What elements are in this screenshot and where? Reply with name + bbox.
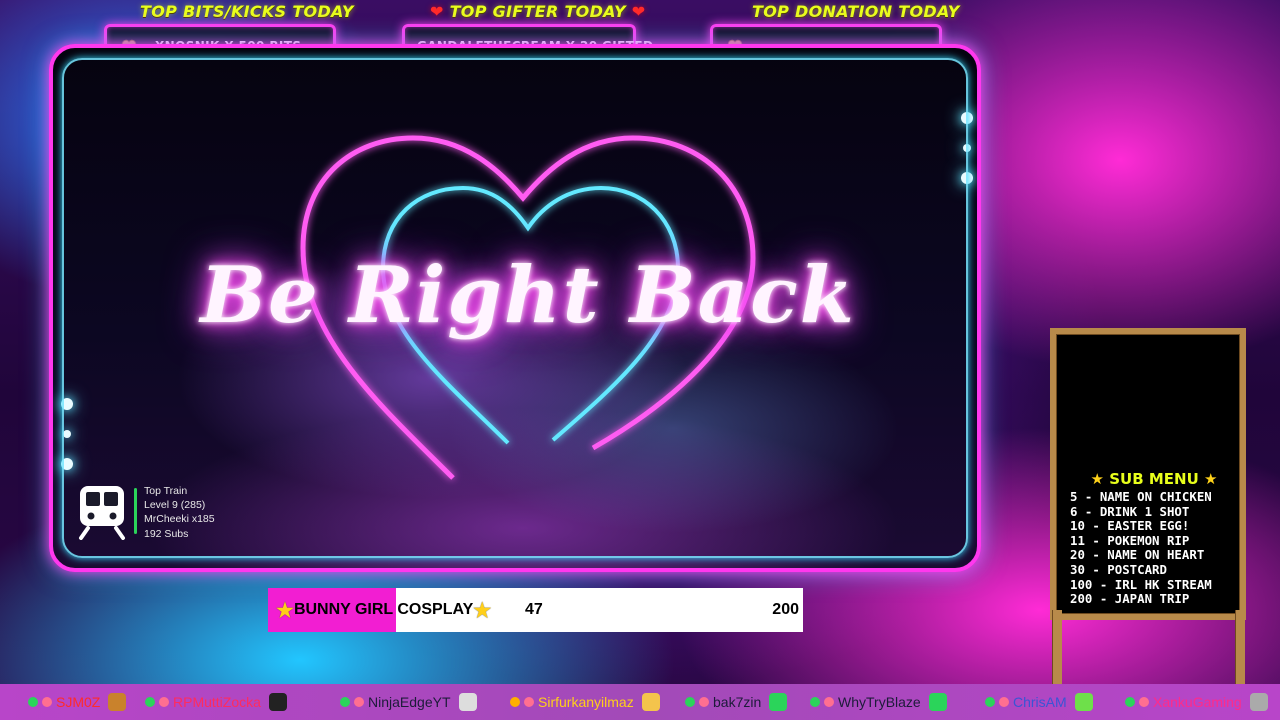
glow-dot	[61, 458, 73, 470]
sub-menu-item: 10 - EASTER EGG!	[1070, 518, 1190, 534]
sub-menu-list: 5 - NAME ON CHICKEN 6 - DRINK 1 SHOT 10 - …	[1070, 489, 1212, 607]
train-title: Top Train	[144, 485, 188, 497]
chat-username: SJM0Z	[56, 694, 101, 710]
glow-dot	[61, 398, 73, 410]
emote-icon	[108, 693, 127, 711]
star-icon: ★	[1204, 470, 1218, 488]
sub-menu-item: 20 - NAME ON HEART	[1070, 547, 1205, 563]
train-icon	[79, 486, 125, 540]
emote-icon	[769, 693, 788, 711]
badge-icon	[159, 697, 169, 707]
train-top-user: MrCheeki x185	[144, 513, 215, 526]
easel-leg	[1052, 610, 1062, 684]
top-gifter-label: ❤ TOP GIFTER TODAY ❤	[430, 2, 646, 21]
badge-icon	[810, 697, 820, 707]
chat-user: XankuGaming	[1125, 692, 1268, 712]
chat-ticker: SJM0Z RPMuttiZocka NinjaEdgeYT Sirfurkanyil…	[0, 684, 1280, 720]
goal-target: 200	[772, 601, 799, 618]
badge-icon	[524, 697, 534, 707]
chat-user: WhyTryBlaze	[810, 692, 947, 712]
badge-icon	[685, 697, 695, 707]
glow-dot	[961, 172, 973, 184]
badge-icon	[354, 697, 364, 707]
heart-icon: ❤	[430, 2, 444, 21]
badge-icon	[824, 697, 834, 707]
emote-icon	[641, 693, 660, 711]
easel-leg	[1235, 610, 1245, 684]
emote-icon	[458, 693, 477, 711]
badge-icon	[985, 697, 995, 707]
chat-user: ChrisAM	[985, 692, 1093, 712]
glow-dot	[963, 144, 971, 152]
chat-username: XankuGaming	[1153, 694, 1242, 710]
badge-icon	[42, 697, 52, 707]
chat-user: Sirfurkanyilmaz	[510, 692, 660, 712]
star-icon: ★	[473, 599, 492, 622]
goal-current: 47	[525, 601, 543, 618]
badge-icon	[340, 697, 350, 707]
train-progress-bar	[134, 488, 137, 534]
chat-user: RPMuttiZocka	[145, 692, 287, 712]
emote-icon	[268, 693, 287, 711]
star-icon: ★	[1090, 470, 1104, 488]
top-donation-label: TOP DONATION TODAY	[752, 2, 960, 21]
chat-user: SJM0Z	[28, 692, 127, 712]
sub-menu-item: 5 - NAME ON CHICKEN	[1070, 489, 1212, 504]
emote-icon	[1249, 693, 1268, 711]
chat-user: bak7zin	[685, 692, 788, 712]
train-subs: 192 Subs	[144, 527, 189, 540]
badge-icon	[145, 697, 155, 707]
chat-username: ChrisAM	[1013, 694, 1067, 710]
sub-menu-title: ★ SUB MENU ★	[1090, 470, 1218, 488]
chat-username: bak7zin	[713, 694, 762, 710]
hype-train-panel: Top Train Level 9 (285) MrCheeki x185 19…	[74, 482, 254, 542]
glow-dot	[961, 112, 973, 124]
badge-icon	[28, 697, 38, 707]
top-bits-label: TOP BITS/KICKS TODAY	[140, 2, 354, 21]
badge-icon	[699, 697, 709, 707]
badge-icon	[999, 697, 1009, 707]
sub-goal-bar: ★ BUNNY GIRL COSPLAY ★ 47 200	[268, 588, 803, 632]
chat-username: RPMuttiZocka	[173, 694, 261, 710]
glow-dot	[63, 430, 71, 438]
chalkboard: ★ SUB MENU ★ 5 - NAME ON CHICKEN 6 - DRIN…	[1050, 328, 1246, 620]
brb-title: Be Right Back	[200, 250, 856, 341]
sub-menu-item: 30 - POSTCARD	[1070, 561, 1167, 577]
heart-icon: ❤	[631, 2, 646, 21]
sub-menu-item: 11 - POKEMON RIP	[1070, 532, 1190, 548]
chat-username: NinjaEdgeYT	[368, 694, 451, 710]
badge-icon	[1139, 697, 1149, 707]
chat-username: Sirfurkanyilmaz	[538, 694, 634, 710]
sub-menu-item: 6 - DRINK 1 SHOT	[1070, 503, 1190, 519]
train-level: Level 9 (285)	[144, 499, 206, 512]
emote-icon	[1074, 693, 1093, 711]
goal-title: BUNNY GIRL COSPLAY	[293, 601, 474, 618]
emote-icon	[928, 693, 947, 711]
sub-menu-board: ★ SUB MENU ★ 5 - NAME ON CHICKEN 6 - DRIN…	[1050, 328, 1246, 684]
sub-menu-item: 200 - JAPAN TRIP	[1070, 591, 1190, 607]
star-icon: ★	[276, 599, 294, 622]
chat-user: NinjaEdgeYT	[340, 692, 477, 712]
sub-menu-item: 100 - IRL HK STREAM	[1070, 576, 1212, 592]
chat-username: WhyTryBlaze	[838, 694, 921, 710]
badge-icon	[510, 697, 520, 707]
badge-icon	[1125, 697, 1135, 707]
